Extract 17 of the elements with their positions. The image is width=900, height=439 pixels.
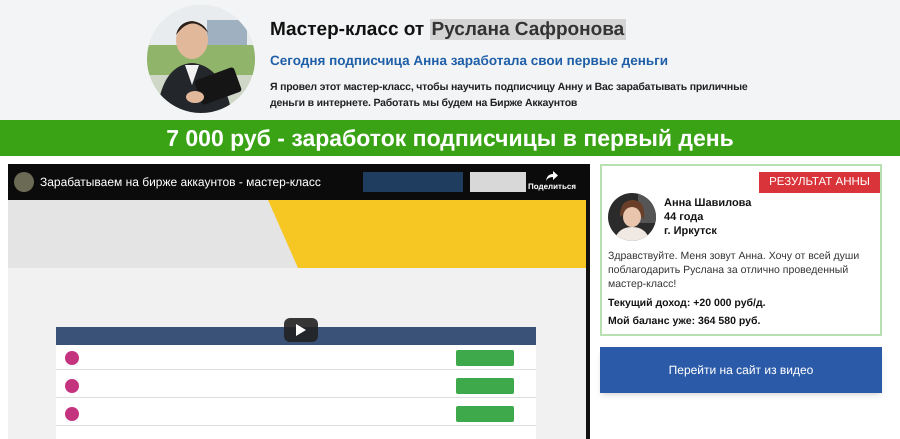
video-title[interactable]: Зарабатываем на бирже аккаунтов - мастер-класс [40, 173, 321, 191]
testimonial-text: Здравствуйте. Меня зовут Анна. Хочу от всей души поблагодарить Руслана за отлично проведенный мастер-класс! [608, 249, 860, 292]
person-city: г. Иркутск [664, 224, 718, 238]
video-player[interactable]: Зарабатываем на бирже аккаунтов - мастер-класс Поделиться [8, 164, 590, 439]
person-name: Анна Шавилова [664, 196, 752, 210]
page-title: Мастер-класс от Руслана Сафронова [270, 18, 628, 42]
result-badge: РЕЗУЛЬТАТ АННЫ [759, 172, 880, 194]
income-text: Текущий доход: +20 000 руб/д. [608, 296, 767, 312]
share-icon[interactable] [546, 171, 558, 181]
cta-button[interactable]: Перейти на сайт из видео [600, 347, 882, 393]
balance-text: Мой баланс уже: 364 580 руб. [608, 314, 762, 329]
description: Я провел этот мастер-класс, чтобы научить подписчицу Анну и Вас зарабатывать приличные деньги в интернете. Работать мы будем на Бирже Аккаунтов [270, 80, 748, 112]
play-button[interactable] [284, 318, 318, 342]
person-age: 44 года [664, 210, 704, 224]
banner-heading: 7 000 руб - заработок подписчицы в первый день [166, 124, 734, 153]
subtitle: Сегодня подписчица Анна заработала свои первые деньги [270, 52, 670, 70]
play-icon [296, 324, 306, 336]
